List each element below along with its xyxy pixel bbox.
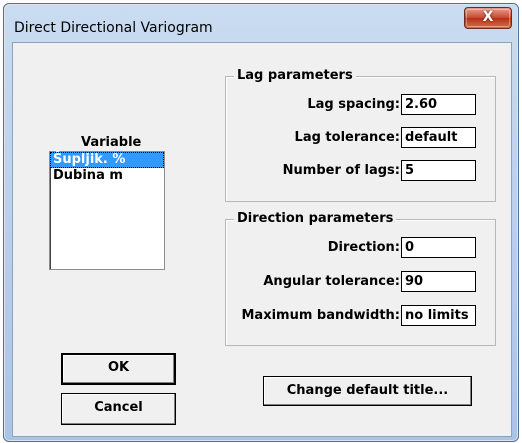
direction-label: Direction:: [327, 240, 400, 255]
cancel-button[interactable]: Cancel: [61, 393, 176, 425]
direction-parameters-group: Direction parameters Direction: 0 Angula…: [225, 211, 496, 346]
window-title: Direct Directional Variogram: [14, 20, 213, 36]
dialog-window: Direct Directional Variogram X Variable …: [3, 3, 519, 442]
close-button[interactable]: X: [464, 7, 512, 29]
lag-spacing-field[interactable]: 2.60: [401, 94, 476, 115]
lag-spacing-label: Lag spacing:: [307, 97, 400, 112]
dialog-client-area: Variable Šupljik. % Dubina m Lag paramet…: [12, 42, 512, 437]
close-icon: X: [482, 9, 494, 25]
lag-parameters-title: Lag parameters: [234, 68, 356, 84]
angular-tolerance-field[interactable]: 90: [401, 271, 476, 292]
variable-listbox[interactable]: Šupljik. % Dubina m: [49, 151, 165, 270]
ok-button[interactable]: OK: [61, 353, 176, 385]
maximum-bandwidth-field[interactable]: no limits: [401, 305, 476, 326]
lag-parameters-group: Lag parameters Lag spacing: 2.60 Lag tol…: [225, 68, 496, 202]
lag-tolerance-field[interactable]: default: [401, 127, 476, 148]
lag-tolerance-label: Lag tolerance:: [294, 130, 400, 145]
variable-item[interactable]: Šupljik. %: [50, 152, 164, 168]
variable-label: Variable: [81, 135, 142, 150]
number-of-lags-label: Number of lags:: [282, 163, 400, 178]
direction-field[interactable]: 0: [401, 237, 476, 258]
direction-parameters-title: Direction parameters: [234, 211, 397, 227]
title-bar[interactable]: Direct Directional Variogram X: [4, 4, 518, 44]
maximum-bandwidth-label: Maximum bandwidth:: [241, 308, 400, 323]
change-default-title-button[interactable]: Change default title...: [263, 376, 472, 406]
variable-item[interactable]: Dubina m: [50, 168, 164, 184]
number-of-lags-field[interactable]: 5: [401, 160, 476, 181]
angular-tolerance-label: Angular tolerance:: [263, 274, 400, 289]
